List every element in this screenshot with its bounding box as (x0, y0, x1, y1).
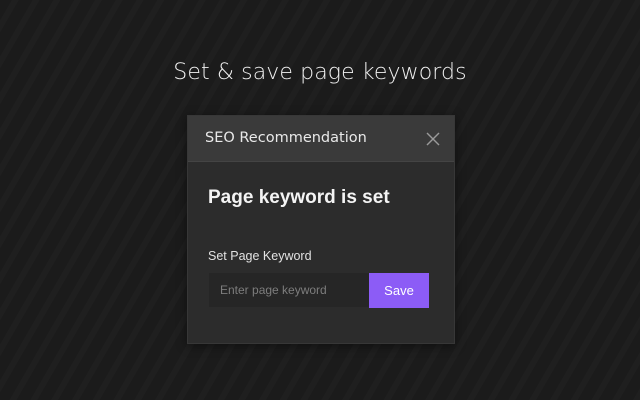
save-button[interactable]: Save (369, 273, 429, 308)
close-icon (426, 132, 440, 146)
page-keyword-input[interactable] (209, 273, 369, 307)
page-keyword-label: Set Page Keyword (208, 249, 312, 263)
keyword-status-heading: Page keyword is set (208, 187, 390, 208)
page-headline: Set & save page keywords (173, 60, 467, 85)
close-button[interactable] (424, 130, 442, 148)
dialog-title: SEO Recommendation (205, 130, 367, 146)
dialog-header: SEO Recommendation (188, 116, 454, 162)
seo-recommendation-dialog: SEO Recommendation Page keyword is set S… (187, 115, 455, 344)
